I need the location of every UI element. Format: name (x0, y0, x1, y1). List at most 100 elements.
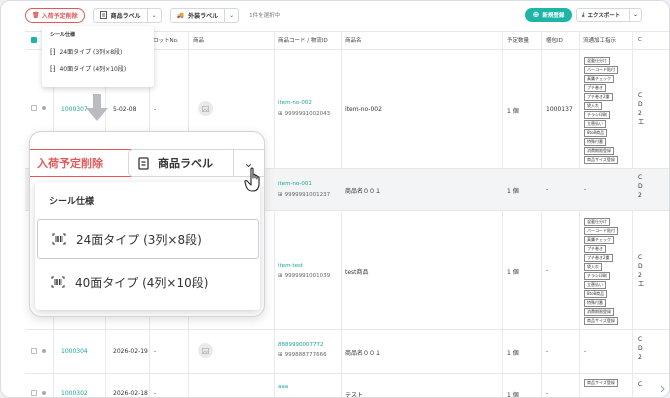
barcode-icon: ⁅⁆ (50, 64, 56, 73)
pack-id: - (546, 390, 549, 397)
option-40-type[interactable]: 40面タイプ (4列×10段) (37, 262, 259, 302)
last-col: CD2工 (638, 254, 645, 288)
row-id-link[interactable]: 1000307 (61, 106, 88, 113)
truck-icon: 🚚 (176, 11, 185, 19)
barcode-value: ⊞ 9999991002043 (278, 111, 331, 117)
product-code-link[interactable]: item-no-001 (278, 181, 312, 187)
quantity: 1 個 (507, 188, 519, 195)
pack-id: - (546, 267, 549, 274)
processing-tags: 混載仕分け バーコード貼付 真贋チェック プチ巻き プチ巻き2重 袋入れ チラシ… (584, 57, 618, 164)
product-name: test商品 (345, 269, 369, 276)
processing-tag: バーコード貼付 (584, 227, 618, 235)
product-name: 商品名００１ (345, 188, 382, 195)
processing-tags: 混載仕分け バーコード貼付 真贋チェック プチ巻き プチ巻き2重 袋入れ チラシ… (584, 218, 618, 325)
barcode-scan-icon (52, 233, 66, 245)
export-button[interactable]: ⤓ エクスポート ⌄ (576, 8, 642, 22)
outer-label-split-button[interactable]: 🚚 外装ラベル ⌄ (169, 7, 240, 23)
image-placeholder-icon (198, 101, 213, 116)
product-code-link[interactable]: 8889990007772 (278, 342, 324, 348)
processing-tag: 特殊付番 (584, 138, 606, 146)
seal-spec-dropdown: シール仕様 ⁅⁆ 24面タイプ (3列×8段) ⁅⁆ 40面タイプ (4列×10… (42, 26, 154, 87)
header-code: 商品コード / 物流ID (278, 38, 328, 44)
dropdown-title: シール仕様 (49, 197, 95, 207)
delete-arrival-button[interactable]: 🗑 入荷予定削除 (25, 7, 85, 23)
option-24-type[interactable]: ⁅⁆ 24面タイプ (3列×8段) (42, 47, 154, 57)
product-name: 商品名００１ (345, 350, 382, 357)
chevron-down-icon[interactable]: ⌄ (146, 8, 161, 22)
barcode-icon: ⊞ (278, 111, 283, 117)
row-id-link[interactable]: 1000304 (61, 348, 88, 355)
processing-tag: チラシ印刷 (584, 111, 610, 119)
trash-icon: 🗑 (32, 11, 40, 19)
processing-tag: プチ巻き (584, 84, 606, 92)
row-date: 2026-02-18 (113, 390, 148, 397)
product-name: テスト (345, 392, 364, 398)
processing-none: - (584, 348, 587, 355)
status-dot (42, 106, 46, 110)
delete-arrival-button[interactable]: 入荷予定削除 (30, 149, 144, 177)
download-icon: ⤓ (582, 11, 585, 18)
option-24-type[interactable]: 24面タイプ (3列×8段) (37, 219, 259, 259)
header-name: 商品名 (345, 38, 362, 44)
quantity: 1 個 (507, 108, 519, 115)
barcode-value: ⊞ 999888777666 (278, 352, 327, 358)
processing-tag: 特殊付番 (584, 299, 606, 307)
scroll-right-icon[interactable] (635, 385, 665, 393)
barcode-icon: ⊞ (278, 273, 283, 279)
pack-id: - (546, 186, 549, 193)
barcode-icon: ⁅⁆ (50, 47, 56, 56)
product-code-link[interactable]: item-test (278, 263, 303, 269)
zoom-callout: 入荷予定削除 商品ラベル ⌄ シール仕様 24面タイプ (3列×8段) 40面タ… (29, 131, 265, 317)
last-col: CD2工 (638, 92, 645, 126)
header-pack: 梱包ID (546, 38, 563, 44)
processing-tag: 商品サイズ登録 (584, 156, 618, 164)
app-window: 🗑 入荷予定削除 商品ラベル ⌄ 🚚 外装ラベル ⌄ 1件を選択中 ⊕ 新規登録… (0, 0, 670, 398)
arrow-down-icon (86, 94, 108, 121)
processing-tag: 混載仕分け (584, 57, 610, 65)
quantity: 1 個 (507, 392, 519, 398)
barcode-value: ⊞ 9999991001237 (278, 192, 331, 198)
last-col: CD2 (638, 336, 643, 361)
row-checkbox[interactable] (31, 348, 37, 354)
pack-id: - (546, 348, 549, 355)
row-lot: - (154, 106, 157, 113)
header-processing: 流通加工指示 (583, 38, 617, 44)
row-checkbox[interactable] (31, 105, 37, 111)
barcode-scan-icon (51, 276, 65, 288)
processing-tag: 袋入れ (584, 102, 602, 110)
new-registration-button[interactable]: ⊕ 新規登録 (525, 8, 572, 22)
barcode-icon: ⊞ (278, 352, 283, 358)
row-checkbox[interactable] (31, 390, 37, 396)
row-lot: - (154, 390, 157, 397)
product-code-link[interactable]: item-no-002 (278, 100, 312, 106)
barcode-icon: ⊞ (278, 192, 283, 198)
row-id-link[interactable]: 1000302 (61, 390, 88, 397)
processing-tag: 商品サイズ登録 (584, 379, 618, 387)
select-all-checkbox[interactable] (31, 37, 37, 43)
processing-tag: 消費期限登録 (584, 147, 614, 155)
chevron-down-icon[interactable]: ⌄ (629, 9, 641, 21)
processing-tag: 袋入れ (584, 263, 602, 271)
processing-tag: 8to8商品 (584, 290, 608, 298)
row-date: 5-02-08 (113, 106, 137, 113)
product-code-link[interactable]: aaa (278, 384, 288, 390)
dropdown-title: シール仕様 (50, 32, 76, 38)
header-c: C (638, 37, 642, 43)
processing-tag: プチ巻き2重 (584, 93, 613, 101)
processing-tag: プチ巻き2重 (584, 254, 613, 262)
pack-id: 1000137 (546, 106, 573, 113)
processing-tag: 真贋チェック (584, 236, 614, 244)
row-lot: - (154, 348, 157, 355)
row-date: 2026-02-19 (113, 348, 148, 355)
status-dot (42, 391, 46, 395)
last-col: CD2 (638, 174, 643, 199)
product-name: item-no-002 (345, 106, 382, 113)
status-dot (42, 349, 46, 353)
processing-tag: バーコード貼付 (584, 66, 618, 74)
product-label-split-button[interactable]: 商品ラベル ⌄ (92, 7, 162, 23)
selection-count: 1件を選択中 (249, 13, 281, 19)
quantity: 1 個 (507, 269, 519, 276)
hand-cursor-icon (244, 167, 260, 192)
option-40-type[interactable]: ⁅⁆ 40面タイプ (4列×10段) (42, 64, 154, 74)
chevron-down-icon[interactable]: ⌄ (224, 8, 238, 22)
